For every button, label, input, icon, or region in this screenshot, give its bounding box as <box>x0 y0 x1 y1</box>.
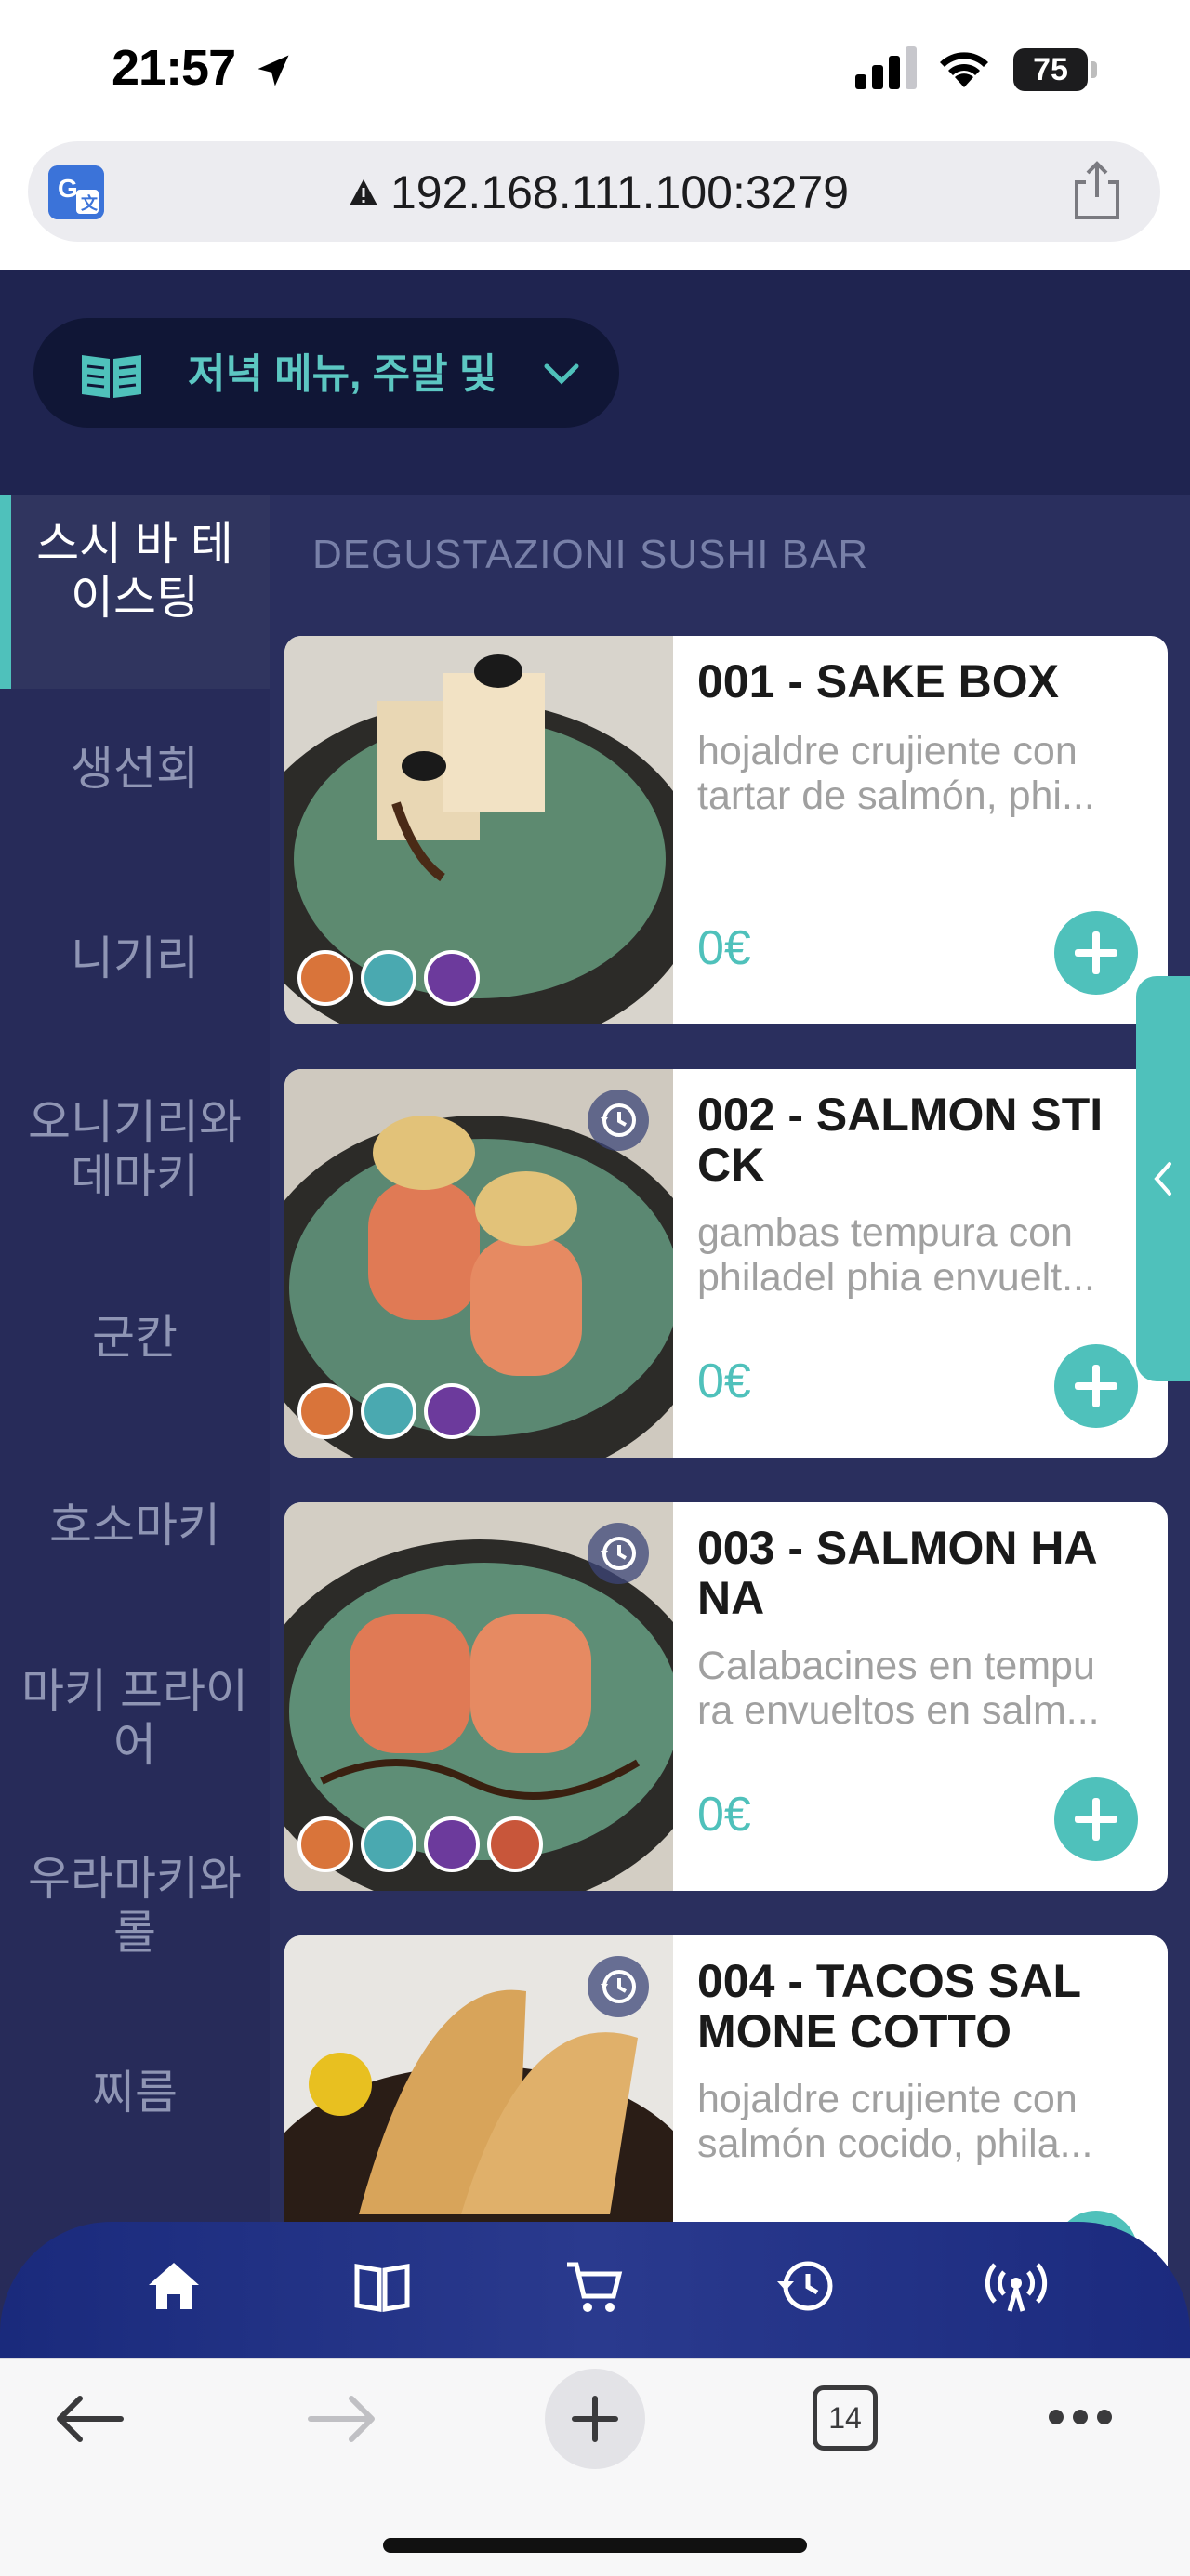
more-options-icon[interactable] <box>1047 2404 1114 2430</box>
wifi-icon <box>940 52 988 87</box>
chevron-down-icon[interactable] <box>543 361 580 387</box>
url-text[interactable]: 192.168.111.100:3279 <box>390 165 849 219</box>
sidebar-item-uramaki-roll[interactable]: 우라마키와 롤 <box>0 1852 270 1960</box>
add-to-cart-button[interactable] <box>1054 1344 1138 1428</box>
battery-indicator: 75 <box>1013 48 1099 91</box>
product-title: 003 - SALMON HA NA <box>697 1522 1098 1624</box>
dairy-icon <box>424 1816 480 1872</box>
gluten-icon <box>298 1383 353 1439</box>
product-card[interactable]: 003 - SALMON HA NA Calabacines en tempu … <box>284 1502 1168 1891</box>
menu-book-icon[interactable] <box>350 2253 415 2318</box>
sidebar-item-sushi-bar-tasting[interactable]: 스시 바 테 이스팅 <box>0 517 270 625</box>
battery-level: 75 <box>1033 52 1068 87</box>
translate-icon[interactable]: G 文 <box>48 165 104 219</box>
gluten-icon <box>298 1816 353 1872</box>
sidebar-item-nigiri[interactable]: 니기리 <box>0 931 270 985</box>
product-card[interactable]: 002 - SALMON STI CK gambas tempura con p… <box>284 1069 1168 1458</box>
product-price: 0€ <box>697 1788 751 1842</box>
chevron-left-icon[interactable] <box>1151 1160 1175 1197</box>
cellular-signal-icon <box>855 46 917 89</box>
svg-text:G: G <box>58 174 78 203</box>
section-title: DEGUSTAZIONI SUSHI BAR <box>312 532 869 577</box>
product-price: 0€ <box>697 1354 751 1408</box>
broadcast-icon[interactable] <box>984 2253 1049 2318</box>
product-description: gambas tempura con philadel phia envuelt… <box>697 1210 1095 1300</box>
home-indicator <box>383 2538 807 2553</box>
history-icon <box>588 1090 649 1151</box>
fish-icon <box>361 950 416 1006</box>
cart-icon[interactable] <box>562 2253 627 2318</box>
location-arrow-icon <box>258 55 289 86</box>
tab-count: 14 <box>828 2401 862 2435</box>
sidebar-item-maki-fry[interactable]: 마키 프라이 어 <box>0 1664 270 1772</box>
sidebar-item-sashimi[interactable]: 생선회 <box>0 742 270 796</box>
dairy-icon <box>424 950 480 1006</box>
product-description: Calabacines en tempu ra envueltos en sal… <box>697 1644 1100 1733</box>
product-title: 004 - TACOS SAL MONE COTTO <box>697 1955 1082 2057</box>
product-card[interactable]: 001 - SAKE BOX hojaldre crujiente con ta… <box>284 636 1168 1024</box>
share-icon[interactable] <box>1069 160 1125 221</box>
status-time: 21:57 <box>112 40 236 96</box>
product-description: hojaldre crujiente con salmón cocido, ph… <box>697 2077 1093 2166</box>
history-icon <box>588 1523 649 1584</box>
history-icon <box>588 1956 649 2017</box>
add-to-cart-button[interactable] <box>1054 1777 1138 1861</box>
sidebar-item-gunkan[interactable]: 군칸 <box>0 1311 270 1365</box>
menu-selector-label[interactable]: 저녁 메뉴, 주말 및 <box>188 340 496 400</box>
back-arrow-icon[interactable] <box>52 2391 126 2447</box>
history-icon[interactable] <box>774 2253 839 2318</box>
product-description: hojaldre crujiente con tartar de salmón,… <box>697 729 1095 818</box>
sidebar-item-onigiri-temaki[interactable]: 오니기리와 데마키 <box>0 1095 270 1203</box>
open-book-icon <box>82 355 141 398</box>
home-icon[interactable] <box>141 2253 206 2318</box>
warning-icon <box>350 179 377 205</box>
plus-icon[interactable] <box>569 2393 621 2445</box>
add-to-cart-button[interactable] <box>1054 911 1138 995</box>
sidebar-item-hosomaki[interactable]: 호소마키 <box>0 1499 270 1552</box>
sidebar-item-skewer[interactable]: 찌름 <box>0 2066 270 2120</box>
gluten-icon <box>298 950 353 1006</box>
nuts-icon <box>487 1816 543 1872</box>
svg-text:文: 文 <box>81 193 99 213</box>
fish-icon <box>361 1383 416 1439</box>
fish-icon <box>361 1816 416 1872</box>
product-price: 0€ <box>697 921 751 975</box>
forward-arrow-icon[interactable] <box>305 2391 379 2447</box>
product-title: 002 - SALMON STI CK <box>697 1089 1104 1191</box>
dairy-icon <box>424 1383 480 1439</box>
product-title: 001 - SAKE BOX <box>697 655 1060 707</box>
